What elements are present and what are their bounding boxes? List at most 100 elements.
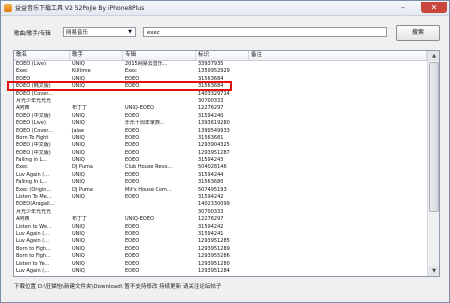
cell-note [249,216,427,223]
table-row[interactable]: 月光少年光光光 30700333 [14,209,427,216]
table-row[interactable]: A阿西 布丁丁 UNIQ-EOEO 12276297 [14,216,427,223]
scroll-down-icon[interactable]: ▼ [428,266,439,276]
cell-id: 30700333 [198,208,224,215]
table-row[interactable]: Luv Again (... UNIQ EOEO 31594244 [14,172,427,179]
cell-note [249,98,427,105]
cell-artist: DJ Puma [72,186,93,193]
cell-album: UNIQ-EOEO [125,105,154,112]
source-select[interactable]: 网易音乐 ▼ [63,27,136,37]
table-row[interactable]: Listen to We... UNIQ EOEO 31594242 [14,224,427,231]
cell-title: Listen to We... [16,223,52,230]
cell-title: Exec [16,164,28,171]
scroll-thumb[interactable] [429,62,439,212]
table-header: 歌名 歌手 专辑 标识 备注 [14,51,427,61]
table-row[interactable]: A阿西 布丁丁 UNIQ-EOEO 12276297 [14,105,427,112]
cell-artist [70,201,123,208]
title-bar[interactable]: 益益音乐下载工具 V2 52Pojie By iPhone8Plus – ✕ [1,1,449,16]
cell-album: Mit's House Com... [125,186,172,193]
cell-title: 月光少年光光光 [16,97,52,104]
table-row[interactable]: Born to Figh... UNIQ EOEO 1293951289 [14,246,427,253]
cell-title: Luv Again (... [16,238,49,245]
table-row[interactable]: Exec Killtime Exec 1359952929 [14,68,427,75]
minimize-button[interactable]: – [395,2,411,13]
cell-title: Exec (Origin... [16,186,52,193]
cell-album: EOEO [125,179,140,186]
cell-album: EOEO [125,157,140,164]
cell-note [249,61,427,68]
column-header-title[interactable]: 歌名 [14,51,70,60]
column-header-id[interactable]: 标识 [196,51,249,60]
table-row[interactable]: 月光少年光光光 30700333 [14,98,427,105]
cell-note [249,128,427,135]
table-row[interactable]: Luv Again (... UNIQ EOEO 31594241 [14,231,427,238]
table-row[interactable]: EOEO (中文版) UNIQ EOEO 31594240 [14,113,427,120]
table-row[interactable]: Luv Again (... UNIQ EOEO 1293951285 [14,238,427,245]
cell-note [249,164,427,171]
cell-album: 乐乐十周年家族... [125,120,165,127]
app-icon [4,4,12,12]
table-row[interactable]: EOEO(Aragall... 1402330099 [14,201,427,208]
cell-artist: UNIQ [72,194,85,201]
cell-note [249,83,427,90]
highlight-box [7,81,232,91]
vertical-scrollbar[interactable]: ▲ ▼ [427,51,439,276]
cell-note [249,231,427,238]
cell-album: Exec [125,68,137,75]
table-row[interactable]: Born To Fight UNIQ EOEO 31563681 [14,135,427,142]
scroll-up-icon[interactable]: ▲ [428,51,439,61]
cell-album: EOEO [125,194,140,201]
cell-title: Falling in L... [16,157,48,164]
table-row[interactable]: Listen To Me... UNIQ EOEO 31594242 [14,194,427,201]
cell-album: UNIQ-EOEO [125,216,154,223]
cell-id: 31563681 [198,134,224,141]
table-row[interactable]: Exec (Origin... DJ Puma Mit's House Com...… [14,187,427,194]
cell-album [123,98,196,105]
table-row[interactable]: EOEO (Cover... Jalae EOEO 1399549933 [14,128,427,135]
cell-id: 1293951285 [198,238,230,245]
table-row[interactable]: Luv Again (... UNIQ EOEO 1293951284 [14,268,427,275]
column-header-album[interactable]: 专辑 [123,51,196,60]
cell-title: EOEO (Cover... [16,127,53,134]
table-row[interactable]: EOEO (Cover... 1403329714 [14,91,427,98]
cell-id: 507495193 [198,186,227,193]
table-row[interactable]: Falling In L... UNIQ EOEO 31563680 [14,179,427,186]
cell-artist [70,98,123,105]
cell-note [249,238,427,245]
table-row[interactable]: EOEO (中文版) UNIQ EOEO 1293951287 [14,150,427,157]
column-header-note[interactable]: 备注 [249,51,427,60]
cell-artist: Jalae [72,127,85,134]
cell-title: EOEO (Cover... [16,90,53,97]
cell-title: EOEO (Live) [16,61,46,67]
chevron-down-icon[interactable]: ▼ [126,29,134,36]
cell-title: Born To Fight [16,134,49,141]
window-title: 益益音乐下载工具 V2 52Pojie By iPhone8Plus [15,5,145,12]
table-row[interactable]: Born to Figh... UNIQ EOEO 1293955286 [14,253,427,260]
column-header-artist[interactable]: 歌手 [70,51,123,60]
cell-id: 12276297 [198,105,224,112]
search-input[interactable]: exec [143,27,387,37]
cell-title: Exec [16,68,28,75]
cell-album: Club House Revo... [125,164,173,171]
cell-id: 12276297 [198,216,224,223]
cell-note [249,187,427,194]
cell-note [249,268,427,275]
cell-title: A阿西 [16,105,30,112]
close-button[interactable]: ✕ [421,2,447,13]
cell-note [249,135,427,142]
table-row[interactable]: EOEO (Live) UNIQ 2015网易云音乐... 33937935 [14,61,427,68]
cell-title: Listen To Me... [16,194,52,201]
table-row[interactable]: EOEO (Live) UNIQ 乐乐十周年家族... 1393619280 [14,120,427,127]
cell-id: 31594242 [198,223,224,230]
table-row[interactable]: Listen to Ye... UNIQ EOEO 1293951280 [14,261,427,268]
cell-artist: UNIQ [72,120,85,127]
search-button[interactable]: 搜索 [396,25,440,41]
cell-note [249,105,427,112]
cell-note [249,113,427,120]
cell-id: 1399549933 [198,127,230,134]
table-row[interactable]: EOEO (中文版) UNIQ EOEO 1293904325 [14,142,427,149]
cell-id: 31594242 [198,194,224,201]
cell-id: 1293955286 [198,253,230,260]
table-row[interactable]: Exec DJ Puma Club House Revo... 504028146 [14,164,427,171]
table-row[interactable]: Falling in L... UNIQ EOEO 31594243 [14,157,427,164]
cell-artist: UNIQ [72,142,85,149]
